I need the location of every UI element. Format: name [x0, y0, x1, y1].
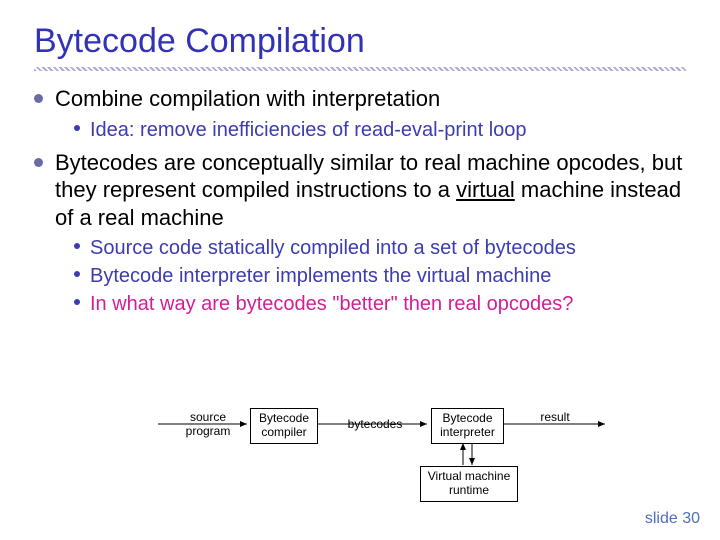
bullet-icon — [34, 158, 43, 167]
text: Bytecode — [259, 411, 309, 425]
sub-item: Source code statically compiled into a s… — [74, 235, 686, 261]
sub-item: Idea: remove inefficiencies of read-eval… — [74, 117, 686, 143]
bullet-item: Combine compilation with interpretation — [34, 85, 686, 113]
sub-text: Bytecode interpreter implements the virt… — [90, 263, 551, 289]
subbullet-icon — [74, 243, 80, 249]
box-interpreter: Bytecode interpreter — [431, 408, 504, 444]
text: interpreter — [440, 425, 495, 439]
subbullet-icon — [74, 271, 80, 277]
text: program — [186, 424, 231, 438]
bullet-list: Bytecodes are conceptually similar to re… — [34, 149, 686, 232]
sub-item: In what way are bytecodes "better" then … — [74, 291, 686, 317]
bullet-icon — [34, 94, 43, 103]
slide-number: slide 30 — [645, 510, 700, 528]
flow-diagram: source program Bytecode compiler bytecod… — [0, 402, 720, 512]
divider — [34, 67, 686, 71]
text-underlined: virtual — [456, 177, 515, 202]
subbullet-icon — [74, 299, 80, 305]
text: Virtual machine — [428, 469, 511, 483]
text: source — [190, 410, 226, 424]
bullet-text: Combine compilation with interpretation — [55, 85, 440, 113]
bullet-list: Combine compilation with interpretation — [34, 85, 686, 113]
sub-list: Source code statically compiled into a s… — [74, 235, 686, 317]
sub-text: Idea: remove inefficiencies of read-eval… — [90, 117, 527, 143]
sub-item: Bytecode interpreter implements the virt… — [74, 263, 686, 289]
box-compiler: Bytecode compiler — [250, 408, 318, 444]
label-result: result — [530, 410, 580, 424]
text: Bytecode — [442, 411, 492, 425]
label-bytecodes: bytecodes — [340, 417, 410, 431]
bullet-item: Bytecodes are conceptually similar to re… — [34, 149, 686, 232]
text: runtime — [449, 483, 489, 497]
sub-text: Source code statically compiled into a s… — [90, 235, 576, 261]
sub-list: Idea: remove inefficiencies of read-eval… — [74, 117, 686, 143]
box-vm: Virtual machine runtime — [420, 466, 518, 502]
page-title: Bytecode Compilation — [34, 22, 686, 61]
slide: Bytecode Compilation Combine compilation… — [0, 0, 720, 540]
sub-text-question: In what way are bytecodes "better" then … — [90, 291, 573, 317]
text: compiler — [261, 425, 306, 439]
label-source: source program — [178, 410, 238, 438]
bullet-text: Bytecodes are conceptually similar to re… — [55, 149, 686, 232]
subbullet-icon — [74, 125, 80, 131]
